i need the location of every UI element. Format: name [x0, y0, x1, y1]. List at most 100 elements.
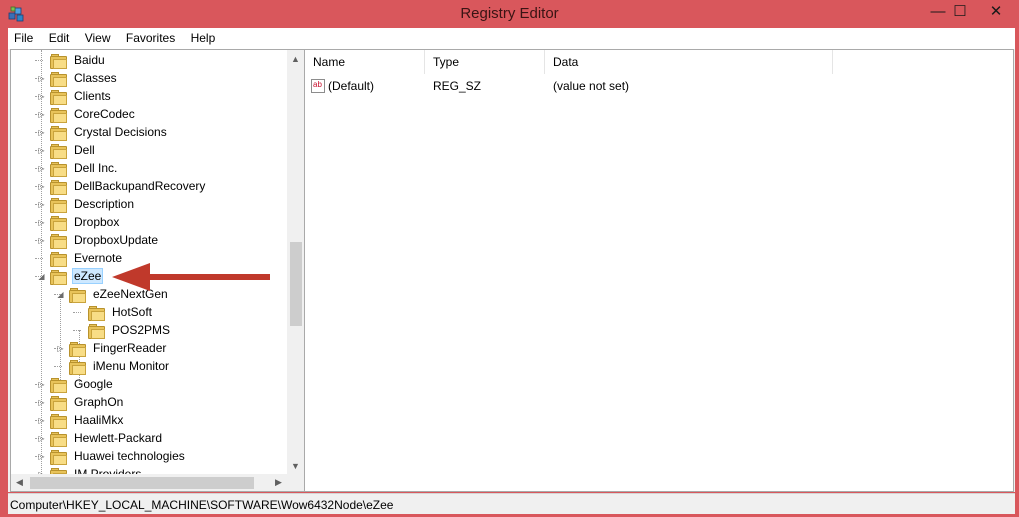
- folder-icon: [50, 251, 67, 267]
- folder-icon: [50, 269, 67, 285]
- folder-icon: [50, 197, 67, 213]
- tree-item-label: Dell: [74, 143, 95, 157]
- tree-item-graphon[interactable]: ▷ GraphOn: [37, 393, 125, 411]
- folder-icon: [69, 359, 86, 375]
- tree-item-baidu[interactable]: Baidu: [37, 51, 107, 69]
- tree-item-label: GraphOn: [74, 395, 124, 409]
- collapse-arrow-icon[interactable]: ◢: [56, 290, 65, 299]
- tree-item-fingerreader[interactable]: ▷ FingerReader: [56, 339, 168, 357]
- close-button[interactable]: ✕: [980, 0, 1012, 22]
- window-title: Registry Editor: [460, 5, 559, 22]
- column-header-type[interactable]: Type: [425, 50, 545, 74]
- folder-icon: [50, 89, 67, 105]
- expand-arrow-icon[interactable]: ▷: [37, 182, 46, 191]
- no-expander: [37, 254, 46, 263]
- tree-item-dropbox[interactable]: ▷ Dropbox: [37, 213, 121, 231]
- tree-item-hotsoft[interactable]: HotSoft: [75, 303, 154, 321]
- folder-icon: [50, 107, 67, 123]
- expand-arrow-icon[interactable]: ▷: [37, 218, 46, 227]
- folder-icon: [88, 305, 105, 321]
- scroll-right-arrow-icon[interactable]: ▶: [270, 474, 287, 491]
- expand-arrow-icon[interactable]: ▷: [37, 146, 46, 155]
- no-expander: [75, 308, 84, 317]
- tree-item-corecodec[interactable]: ▷ CoreCodec: [37, 105, 137, 123]
- expand-arrow-icon[interactable]: ▷: [37, 380, 46, 389]
- tree-item-label: eZee: [72, 268, 104, 284]
- no-expander: [56, 362, 65, 371]
- tree-item-dropboxupdate[interactable]: ▷ DropboxUpdate: [37, 231, 160, 249]
- tree-vertical-scrollbar[interactable]: ▲ ▼: [287, 50, 304, 474]
- expand-arrow-icon[interactable]: ▷: [37, 164, 46, 173]
- menu-view[interactable]: View: [79, 28, 117, 49]
- menu-bar: File Edit View Favorites Help: [8, 28, 1015, 50]
- tree-item-ezee[interactable]: ◢ eZee: [37, 267, 104, 285]
- folder-icon: [50, 71, 67, 87]
- registry-values-pane[interactable]: Name Type Data ab (Default) REG_SZ (valu…: [304, 49, 1014, 492]
- tree-item-classes[interactable]: ▷ Classes: [37, 69, 119, 87]
- tree-item-description[interactable]: ▷ Description: [37, 195, 136, 213]
- expand-arrow-icon[interactable]: ▷: [37, 398, 46, 407]
- folder-icon: [50, 233, 67, 249]
- collapse-arrow-icon[interactable]: ◢: [37, 272, 46, 281]
- expand-arrow-icon[interactable]: ▷: [37, 200, 46, 209]
- column-header-data[interactable]: Data: [545, 50, 833, 74]
- string-value-icon: ab: [311, 79, 325, 93]
- menu-favorites[interactable]: Favorites: [120, 28, 181, 49]
- expand-arrow-icon[interactable]: ▷: [37, 236, 46, 245]
- expand-arrow-icon[interactable]: ▷: [37, 110, 46, 119]
- tree-item-label: Description: [74, 197, 135, 211]
- maximize-icon: ☐: [953, 3, 967, 20]
- tree-item-imenu-monitor[interactable]: iMenu Monitor: [56, 357, 171, 375]
- tree-item-label: DellBackupandRecovery: [74, 179, 206, 193]
- folder-icon: [50, 125, 67, 141]
- registry-value-row[interactable]: ab (Default) REG_SZ (value not set): [305, 76, 1005, 96]
- tree-item-dell-inc-[interactable]: ▷ Dell Inc.: [37, 159, 119, 177]
- tree-item-haalimkx[interactable]: ▷ HaaliMkx: [37, 411, 125, 429]
- expand-arrow-icon[interactable]: ▷: [37, 74, 46, 83]
- tree-item-label: DropboxUpdate: [74, 233, 159, 247]
- expand-arrow-icon[interactable]: ▷: [37, 128, 46, 137]
- value-name-cell: ab (Default): [311, 76, 374, 96]
- tree-item-label: Baidu: [74, 53, 105, 67]
- folder-icon: [69, 287, 86, 303]
- menu-edit[interactable]: Edit: [43, 28, 76, 49]
- expand-arrow-icon[interactable]: ▷: [37, 416, 46, 425]
- column-header-name[interactable]: Name: [305, 50, 425, 74]
- tree-item-label: Google: [74, 377, 113, 391]
- tree-item-label: iMenu Monitor: [93, 359, 170, 373]
- folder-icon: [50, 431, 67, 447]
- scroll-down-arrow-icon[interactable]: ▼: [287, 457, 304, 474]
- expand-arrow-icon[interactable]: ▷: [37, 92, 46, 101]
- tree-item-evernote[interactable]: Evernote: [37, 249, 124, 267]
- tree-item-label: HaaliMkx: [74, 413, 124, 427]
- tree-item-huawei-technologies[interactable]: ▷ Huawei technologies: [37, 447, 187, 465]
- tree-item-label: Clients: [74, 89, 111, 103]
- tree-item-label: Huawei technologies: [74, 449, 185, 463]
- menu-file[interactable]: File: [8, 28, 39, 49]
- expand-arrow-icon[interactable]: ▷: [37, 434, 46, 443]
- maximize-button[interactable]: ☐: [944, 0, 976, 22]
- tree-item-label: Hewlett-Packard: [74, 431, 163, 445]
- tree-item-hewlett-packard[interactable]: ▷ Hewlett-Packard: [37, 429, 164, 447]
- tree-item-dellbackupandrecovery[interactable]: ▷ DellBackupandRecovery: [37, 177, 207, 195]
- expand-arrow-icon[interactable]: ▷: [56, 344, 65, 353]
- tree-horizontal-scrollbar[interactable]: ◀ ▶: [11, 474, 287, 491]
- expand-arrow-icon[interactable]: ▷: [37, 452, 46, 461]
- vertical-scroll-thumb[interactable]: [290, 242, 302, 326]
- scroll-left-arrow-icon[interactable]: ◀: [11, 474, 28, 491]
- no-expander: [37, 56, 46, 65]
- tree-item-label: Crystal Decisions: [74, 125, 167, 139]
- tree-item-google[interactable]: ▷ Google: [37, 375, 115, 393]
- menu-help[interactable]: Help: [185, 28, 222, 49]
- registry-editor-window: Registry Editor — ☐ ✕ File Edit View Fav…: [0, 0, 1019, 517]
- folder-icon: [50, 413, 67, 429]
- tree-item-pos2pms[interactable]: POS2PMS: [75, 321, 172, 339]
- title-bar[interactable]: Registry Editor — ☐ ✕: [0, 0, 1019, 28]
- tree-item-crystal-decisions[interactable]: ▷ Crystal Decisions: [37, 123, 169, 141]
- value-data: (value not set): [553, 79, 630, 93]
- tree-item-dell[interactable]: ▷ Dell: [37, 141, 97, 159]
- tree-item-clients[interactable]: ▷ Clients: [37, 87, 113, 105]
- horizontal-scroll-thumb[interactable]: [30, 477, 254, 489]
- scroll-up-arrow-icon[interactable]: ▲: [287, 50, 304, 67]
- folder-icon: [50, 449, 67, 465]
